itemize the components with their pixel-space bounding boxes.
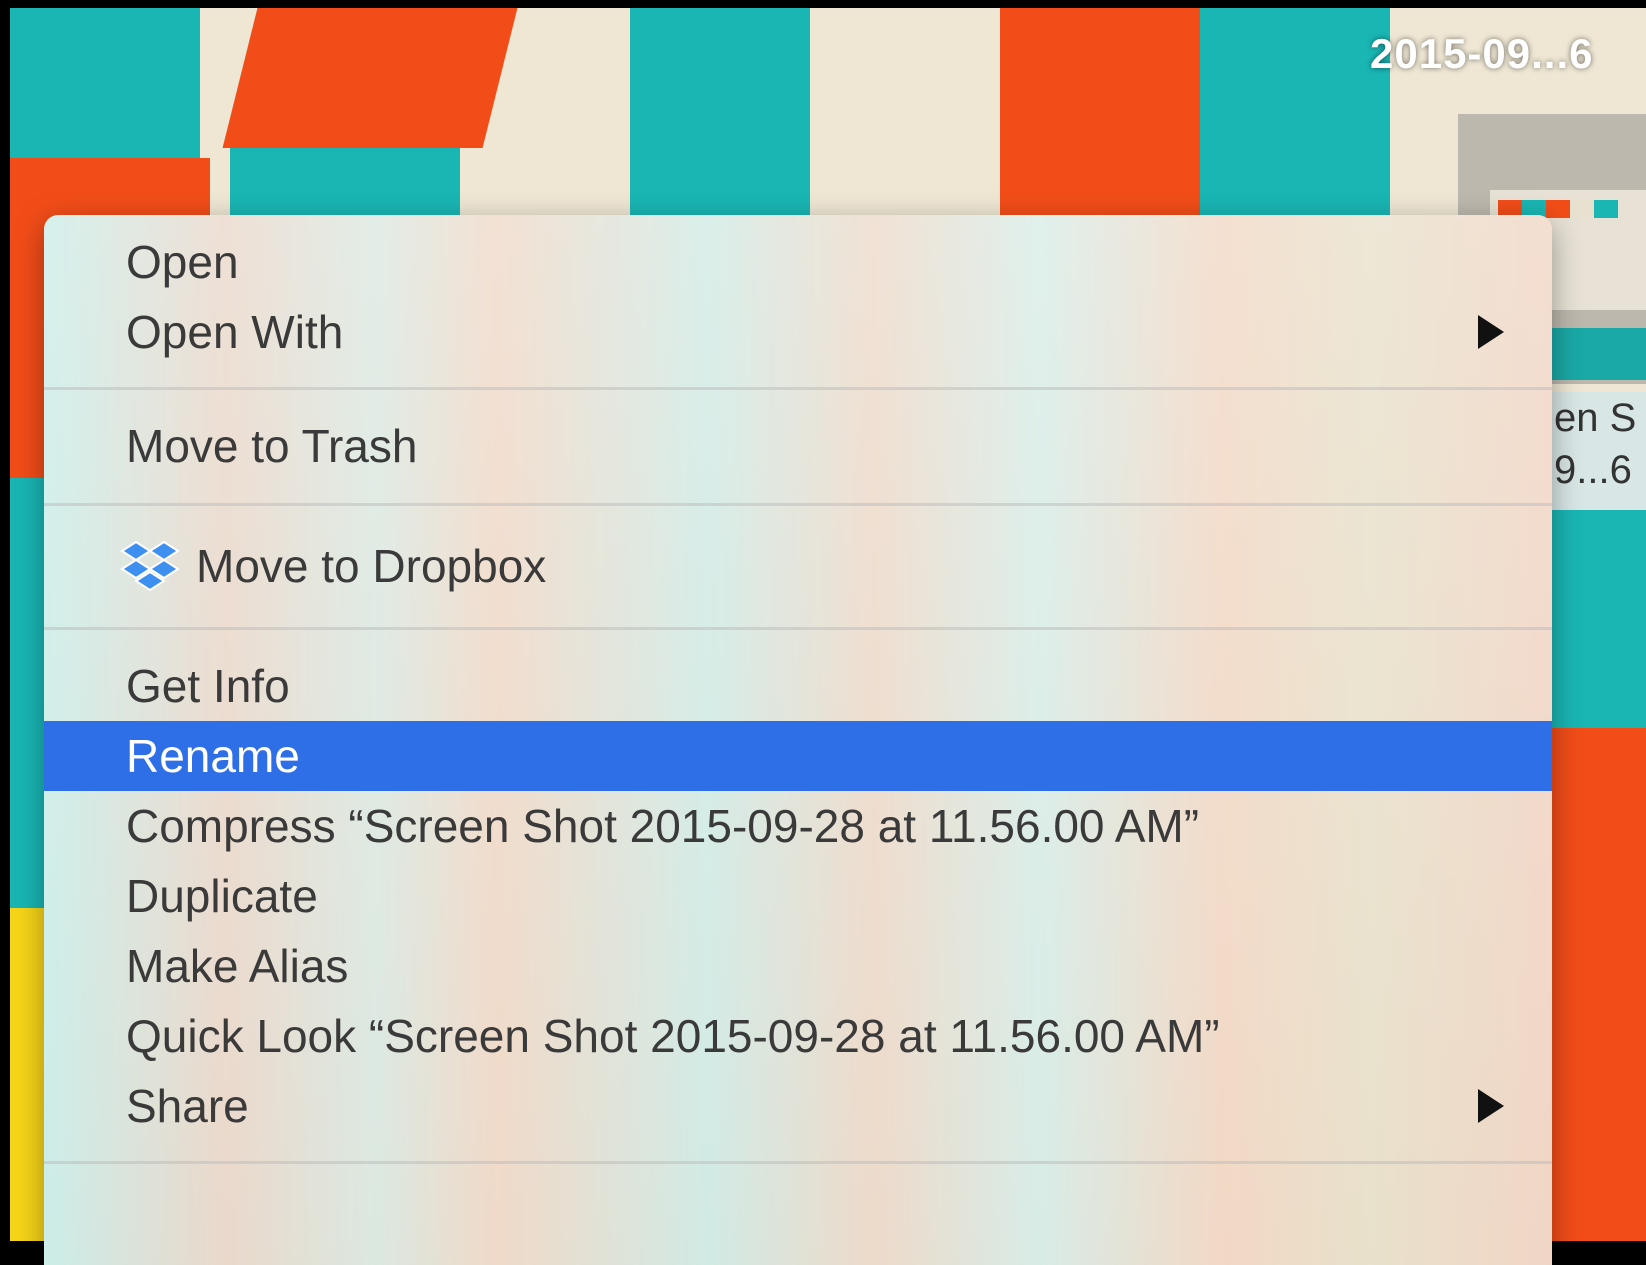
menu-separator	[44, 387, 1552, 390]
menu-item-label: Move to Trash	[126, 420, 418, 472]
menu-item-label: Quick Look “Screen Shot 2015-09-28 at 11…	[126, 1010, 1220, 1062]
desktop-file-label-side[interactable]: en S 9...6	[1550, 392, 1646, 510]
menu-item-label: Make Alias	[126, 940, 349, 992]
wallpaper-shape	[10, 8, 200, 158]
submenu-arrow-icon	[1478, 1089, 1504, 1123]
wallpaper-shape	[222, 8, 518, 148]
menu-item-label: Open	[126, 236, 239, 288]
menu-item-open[interactable]: Open	[44, 227, 1552, 297]
menu-separator	[44, 627, 1552, 630]
menu-item-quick-look[interactable]: Quick Look “Screen Shot 2015-09-28 at 11…	[44, 1001, 1552, 1071]
side-label-line-2: 9...6	[1554, 448, 1632, 492]
menu-item-label: Share	[126, 1080, 249, 1132]
menu-item-label: Get Info	[126, 660, 290, 712]
menu-separator	[44, 503, 1552, 506]
menu-item-move-to-dropbox[interactable]: Move to Dropbox	[44, 531, 1552, 601]
wallpaper-shape	[630, 8, 810, 223]
menu-item-open-with[interactable]: Open With	[44, 297, 1552, 367]
submenu-arrow-icon	[1478, 315, 1504, 349]
wallpaper-shape	[1200, 8, 1390, 223]
menu-item-get-info[interactable]: Get Info	[44, 651, 1552, 721]
menu-separator	[44, 1161, 1552, 1164]
menu-item-make-alias[interactable]: Make Alias	[44, 931, 1552, 1001]
menu-item-label: Compress “Screen Shot 2015-09-28 at 11.5…	[126, 800, 1200, 852]
desktop-file-label[interactable]: 2015-09...6	[1370, 30, 1594, 78]
menu-item-label: Rename	[126, 730, 300, 782]
menu-item-duplicate[interactable]: Duplicate	[44, 861, 1552, 931]
menu-item-rename[interactable]: Rename	[44, 721, 1552, 791]
menu-item-label: Open With	[126, 306, 344, 358]
menu-item-compress[interactable]: Compress “Screen Shot 2015-09-28 at 11.5…	[44, 791, 1552, 861]
menu-item-move-to-trash[interactable]: Move to Trash	[44, 411, 1552, 481]
menu-item-label: Move to Dropbox	[196, 540, 547, 592]
context-menu: Open Open With Move to Trash Move to Dro…	[44, 215, 1552, 1265]
wallpaper-shape	[1000, 8, 1200, 223]
dropbox-icon	[120, 540, 180, 592]
menu-item-share[interactable]: Share	[44, 1071, 1552, 1141]
side-label-line-1: en S	[1554, 396, 1637, 440]
menu-item-label: Duplicate	[126, 870, 318, 922]
